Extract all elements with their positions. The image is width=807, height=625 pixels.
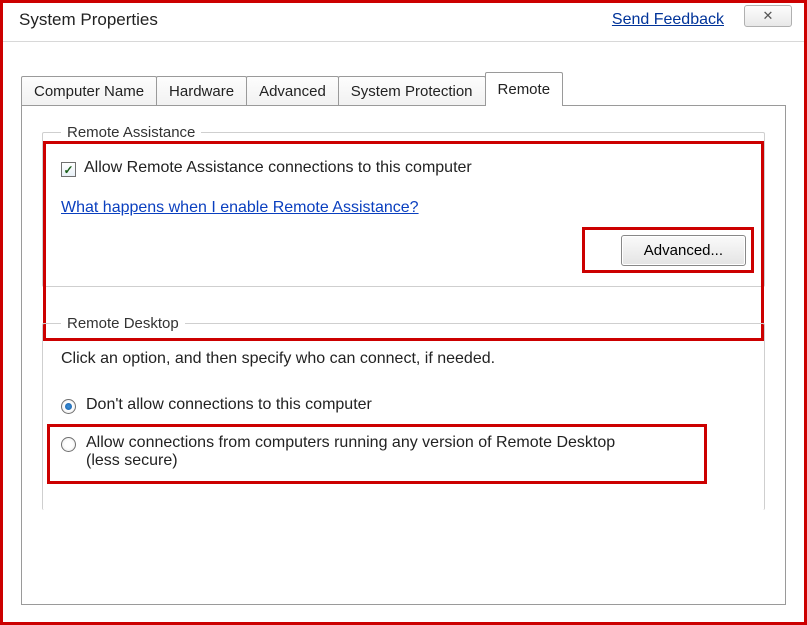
- radio-dont-allow[interactable]: [61, 399, 76, 414]
- close-button[interactable]: ✕: [744, 5, 792, 27]
- close-icon: ✕: [763, 8, 774, 24]
- allow-remote-assistance-checkbox[interactable]: [61, 162, 76, 177]
- allow-remote-assistance-label: Allow Remote Assistance connections to t…: [84, 159, 472, 177]
- radio-allow-any-version[interactable]: [61, 437, 76, 452]
- tab-system-protection[interactable]: System Protection: [338, 76, 486, 106]
- radio-dont-allow-label: Don't allow connections to this computer: [86, 396, 372, 414]
- remote-desktop-legend: Remote Desktop: [61, 315, 185, 332]
- tab-advanced[interactable]: Advanced: [246, 76, 339, 106]
- radio-allow-any-version-label: Allow connections from computers running…: [86, 434, 646, 470]
- tab-panel-remote: Remote Assistance Allow Remote Assistanc…: [21, 105, 786, 605]
- remote-assistance-legend: Remote Assistance: [61, 124, 201, 141]
- tab-strip: Computer Name Hardware Advanced System P…: [21, 72, 786, 106]
- remote-assistance-group: Remote Assistance Allow Remote Assistanc…: [42, 124, 765, 287]
- titlebar: System Properties Send Feedback ✕: [3, 3, 804, 42]
- remote-assistance-help-link[interactable]: What happens when I enable Remote Assist…: [61, 199, 419, 217]
- send-feedback-link[interactable]: Send Feedback: [612, 11, 724, 29]
- remote-desktop-group: Remote Desktop Click an option, and then…: [42, 315, 765, 510]
- advanced-button[interactable]: Advanced...: [621, 235, 746, 266]
- remote-desktop-description: Click an option, and then specify who ca…: [61, 350, 746, 368]
- tab-computer-name[interactable]: Computer Name: [21, 76, 157, 106]
- tab-remote[interactable]: Remote: [485, 72, 564, 106]
- tab-hardware[interactable]: Hardware: [156, 76, 247, 106]
- window-title: System Properties: [19, 10, 158, 30]
